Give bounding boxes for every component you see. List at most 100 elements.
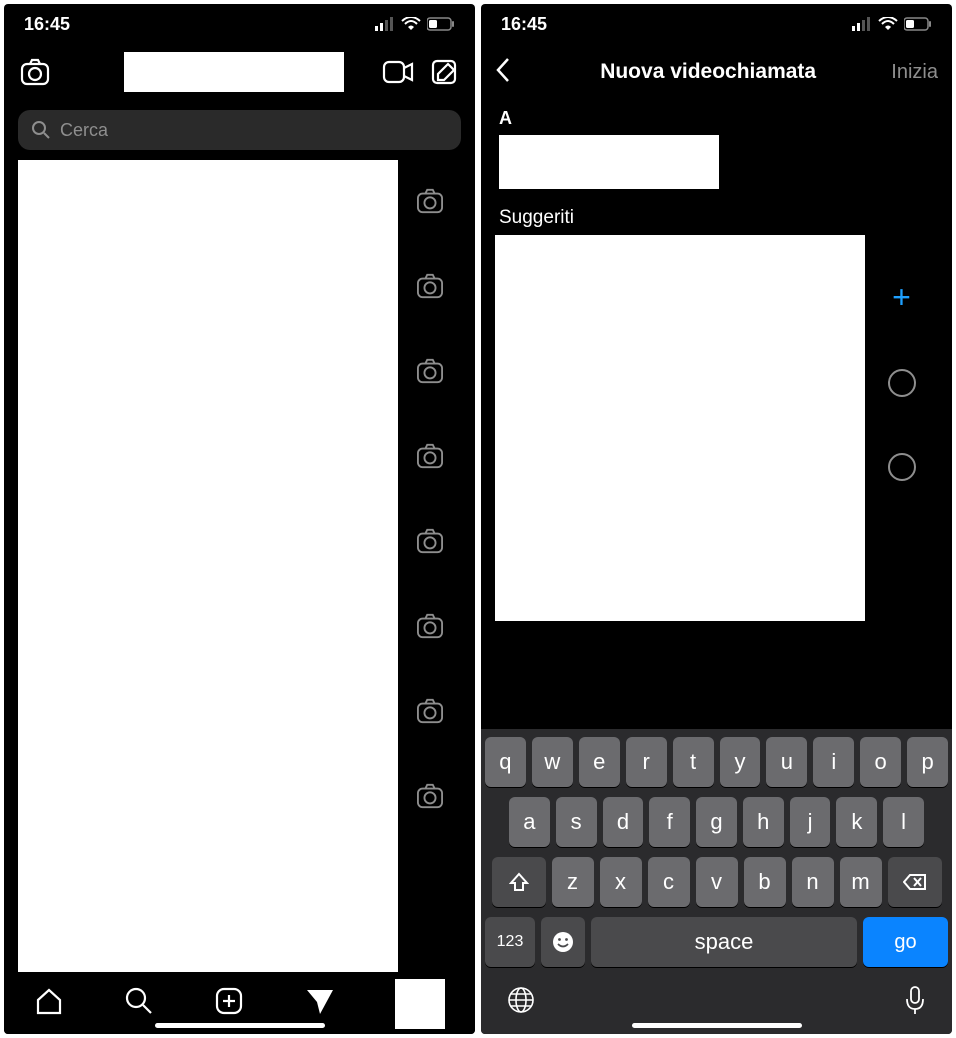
key-e[interactable]: e xyxy=(579,737,620,787)
row-camera-button[interactable] xyxy=(416,273,444,304)
key-emoji[interactable] xyxy=(541,917,585,967)
key-o[interactable]: o xyxy=(860,737,901,787)
status-time: 16:45 xyxy=(24,14,70,35)
row-camera-button[interactable] xyxy=(416,528,444,559)
key-t[interactable]: t xyxy=(673,737,714,787)
key-k[interactable]: k xyxy=(836,797,877,847)
add-post-icon xyxy=(214,986,244,1016)
videocall-header: Nuova videochiamata Inizia xyxy=(481,44,952,100)
key-f[interactable]: f xyxy=(649,797,690,847)
username-redacted[interactable] xyxy=(124,52,344,92)
key-backspace[interactable] xyxy=(888,857,942,907)
search-wrap: Cerca xyxy=(4,100,475,160)
keyboard-row-1: q w e r t y u i o p xyxy=(485,737,948,787)
dm-list xyxy=(4,160,475,972)
battery-icon xyxy=(904,17,932,31)
status-bar: 16:45 xyxy=(481,4,952,44)
key-s[interactable]: s xyxy=(556,797,597,847)
wifi-icon xyxy=(401,17,421,31)
home-indicator[interactable] xyxy=(155,1023,325,1028)
key-go[interactable]: go xyxy=(863,917,948,967)
status-bar: 16:45 xyxy=(4,4,475,44)
keyboard-row-4: 123 space go xyxy=(485,917,948,967)
dm-header xyxy=(4,44,475,100)
compose-button[interactable] xyxy=(427,55,461,89)
key-u[interactable]: u xyxy=(766,737,807,787)
row-camera-button[interactable] xyxy=(416,443,444,474)
search-placeholder: Cerca xyxy=(60,120,108,141)
key-h[interactable]: h xyxy=(743,797,784,847)
to-field: A xyxy=(481,100,952,193)
key-j[interactable]: j xyxy=(790,797,831,847)
page-title: Nuova videochiamata xyxy=(535,60,881,84)
key-m[interactable]: m xyxy=(840,857,882,907)
camera-icon xyxy=(20,58,50,86)
status-icons xyxy=(375,17,455,31)
video-call-button[interactable] xyxy=(381,55,415,89)
phone-dm-list: 16:45 Cerca xyxy=(4,4,475,1034)
search-icon xyxy=(32,121,50,139)
chevron-left-icon xyxy=(495,57,511,83)
row-camera-button[interactable] xyxy=(416,188,444,219)
key-z[interactable]: z xyxy=(552,857,594,907)
backspace-icon xyxy=(903,873,927,891)
home-indicator[interactable] xyxy=(632,1023,802,1028)
signal-icon xyxy=(852,17,872,31)
suggested-list: + xyxy=(481,235,952,729)
key-c[interactable]: c xyxy=(648,857,690,907)
compose-icon xyxy=(430,58,458,86)
key-d[interactable]: d xyxy=(603,797,644,847)
mic-icon xyxy=(904,985,926,1015)
to-recipient-redacted[interactable] xyxy=(499,135,719,189)
tab-activity[interactable] xyxy=(305,986,335,1021)
key-globe[interactable] xyxy=(507,986,535,1019)
shift-icon xyxy=(509,872,529,892)
row-camera-button[interactable] xyxy=(416,613,444,644)
dm-list-redacted xyxy=(18,160,398,972)
key-l[interactable]: l xyxy=(883,797,924,847)
key-n[interactable]: n xyxy=(792,857,834,907)
key-dictate[interactable] xyxy=(904,985,926,1020)
key-b[interactable]: b xyxy=(744,857,786,907)
select-contact-radio[interactable] xyxy=(888,369,916,397)
key-shift[interactable] xyxy=(492,857,546,907)
select-contact-radio[interactable] xyxy=(888,453,916,481)
tab-add[interactable] xyxy=(214,986,244,1021)
row-camera-button[interactable] xyxy=(416,358,444,389)
key-y[interactable]: y xyxy=(720,737,761,787)
back-button[interactable] xyxy=(495,57,525,88)
row-camera-button[interactable] xyxy=(416,783,444,814)
add-contact-button[interactable]: + xyxy=(892,281,911,313)
tab-profile[interactable] xyxy=(395,979,445,1029)
key-r[interactable]: r xyxy=(626,737,667,787)
send-icon xyxy=(305,986,335,1016)
home-icon xyxy=(34,986,64,1016)
search-icon xyxy=(124,986,154,1016)
status-time: 16:45 xyxy=(501,14,547,35)
key-p[interactable]: p xyxy=(907,737,948,787)
key-w[interactable]: w xyxy=(532,737,573,787)
phone-new-videocall: 16:45 Nuova videochiamata Inizia A Sugge… xyxy=(481,4,952,1034)
wifi-icon xyxy=(878,17,898,31)
take-photo-button[interactable] xyxy=(18,55,52,89)
video-icon xyxy=(382,60,414,84)
key-a[interactable]: a xyxy=(509,797,550,847)
tab-home[interactable] xyxy=(34,986,64,1021)
tab-search[interactable] xyxy=(124,986,154,1021)
key-i[interactable]: i xyxy=(813,737,854,787)
key-numbers[interactable]: 123 xyxy=(485,917,535,967)
battery-icon xyxy=(427,17,455,31)
emoji-icon xyxy=(552,931,574,953)
search-input[interactable]: Cerca xyxy=(18,110,461,150)
dm-row-actions xyxy=(398,160,461,972)
keyboard-row-2: a s d f g h j k l xyxy=(485,797,948,847)
key-g[interactable]: g xyxy=(696,797,737,847)
key-q[interactable]: q xyxy=(485,737,526,787)
key-v[interactable]: v xyxy=(696,857,738,907)
suggested-label: Suggeriti xyxy=(481,193,952,235)
start-call-button[interactable]: Inizia xyxy=(891,61,938,84)
row-camera-button[interactable] xyxy=(416,698,444,729)
to-label: A xyxy=(499,108,934,129)
key-space[interactable]: space xyxy=(591,917,857,967)
key-x[interactable]: x xyxy=(600,857,642,907)
